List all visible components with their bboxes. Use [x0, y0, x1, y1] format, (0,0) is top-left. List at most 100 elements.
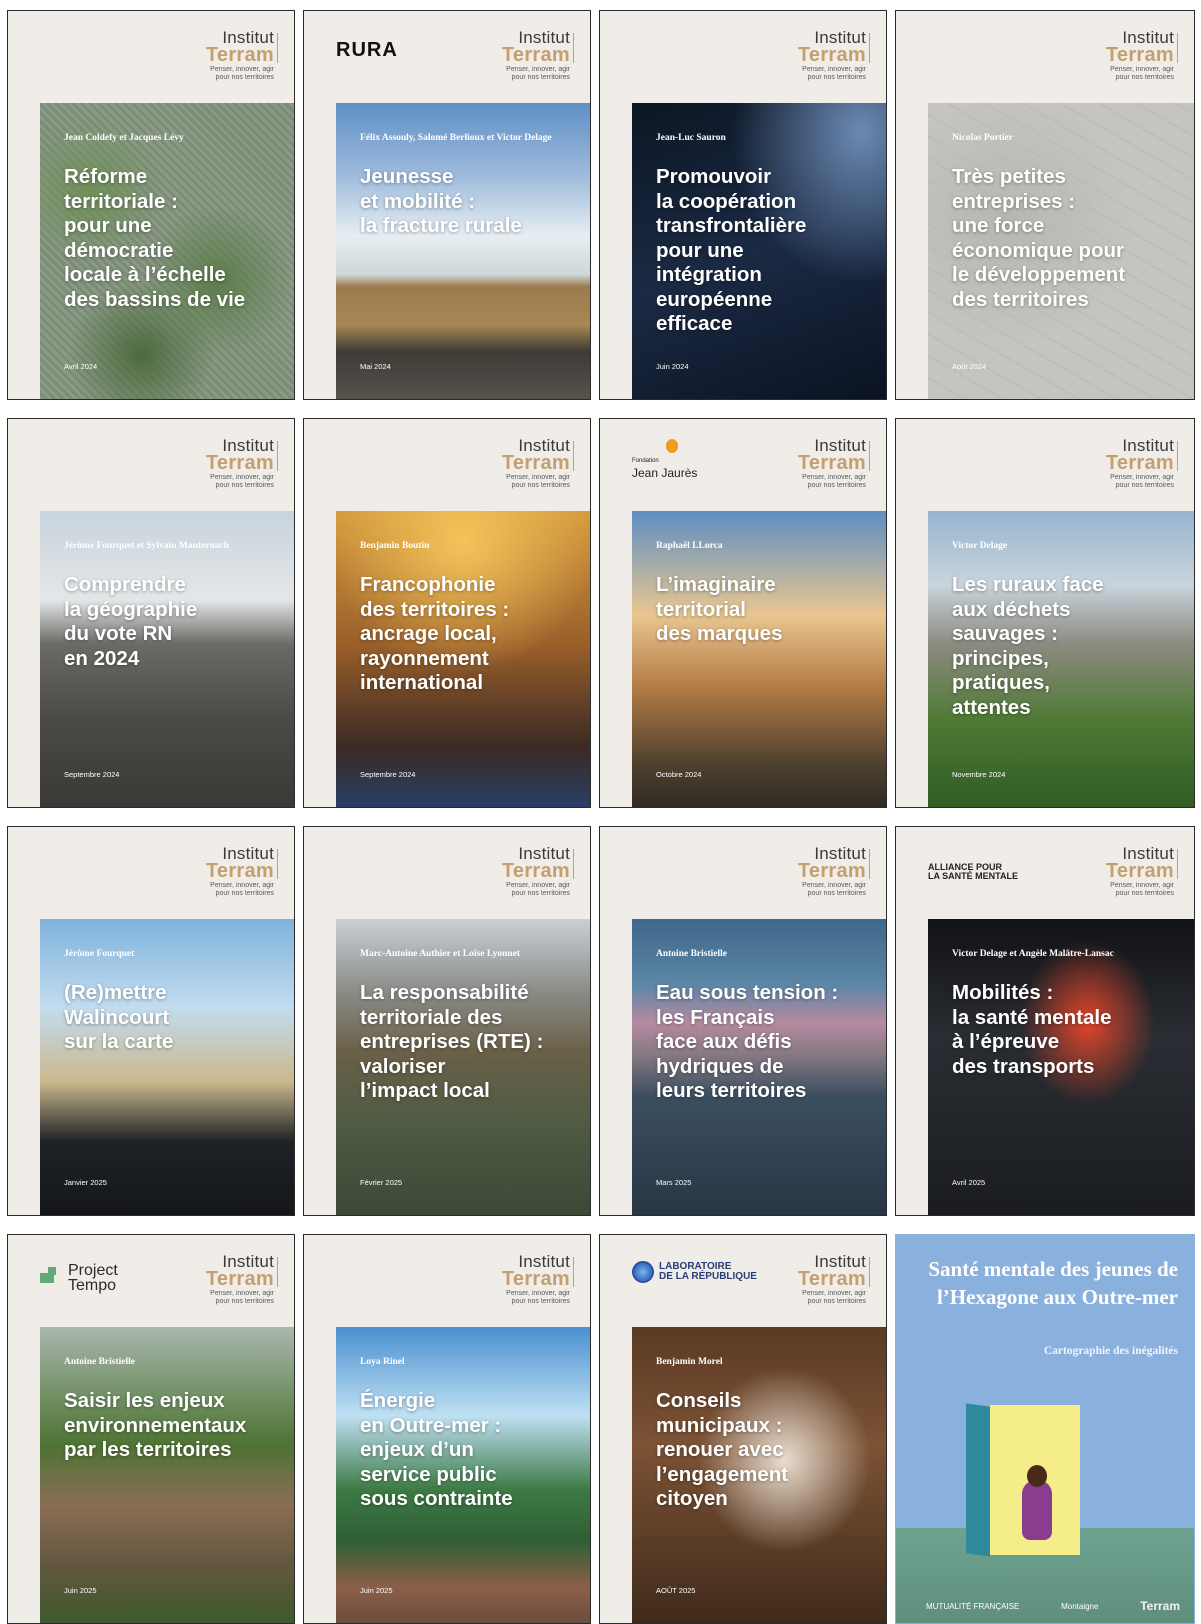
cover-title: Jeunesse et mobilité : la fracture rural… [360, 165, 522, 237]
cover-title: Eau sous tension : les Français face aux… [656, 981, 839, 1102]
publication-card-8[interactable]: Institut Terram Penser, innover, agir pour … [895, 418, 1195, 808]
publication-card-7[interactable]: Fondation Jean Jaurès Institut Terram Pens… [599, 418, 887, 808]
publication-card-4[interactable]: Institut Terram Penser, innover, agir pour … [895, 10, 1195, 400]
alliance-sante-mentale-logo: ALLIANCE POUR LA SANTÉ MENTALE [928, 862, 1018, 881]
publication-card-9[interactable]: Institut Terram Penser, innover, agir pour … [7, 826, 295, 1216]
cover-photo: Félix Assouly, Salomé Berlioux et Victor… [336, 103, 590, 399]
cover-title: Énergie en Outre-mer : enjeux d’un servi… [360, 1389, 513, 1510]
cover-photo: Victor Delage Les ruraux face aux déchet… [928, 511, 1194, 807]
cover-photo: Antoine Bristielle Saisir les enjeux env… [40, 1327, 294, 1623]
cover-title: Comprendre la géographie du vote RN en 2… [64, 573, 198, 670]
cover-author: Jérôme Fourquet et Sylvain Manternach [64, 541, 229, 551]
institut-terram-logo: Institut Terram Penser, innover, agir pour … [501, 1252, 575, 1305]
cover-date: Juin 2025 [360, 1586, 393, 1595]
cover-title: Conseils municipaux : renouer avec l’eng… [656, 1389, 789, 1510]
cover-date: Avril 2024 [64, 362, 98, 371]
cover-author: Victor Delage et Angèle Malâtre-Lansac [952, 949, 1114, 959]
institut-terram-logo: Institut Terram Penser, innover, agir pour … [501, 28, 575, 81]
institut-terram-logo: Institut Terram Penser, innover, agir pour … [1105, 436, 1179, 489]
cover-author: Marc-Antoine Authier et Loïse Lyonnet [360, 949, 521, 959]
cover-author: Benjamin Boutin [360, 541, 430, 551]
institut-terram-logo: Institut Terram Penser, innover, agir pour … [205, 28, 279, 81]
publication-card-16[interactable]: Santé mentale des jeunes de l’Hexagone a… [895, 1234, 1195, 1624]
fondation-jean-jaures-logo: Fondation Jean Jaurès [632, 439, 697, 479]
publication-card-14[interactable]: Institut Terram Penser, innover, agir pour … [303, 1234, 591, 1624]
cover-photo: Jean Coldefy et Jacques Lévy Réforme ter… [40, 103, 294, 399]
institut-terram-logo: Institut Terram Penser, innover, agir pour … [501, 436, 575, 489]
publication-card-13[interactable]: Project Tempo Institut Terram Penser, innov… [7, 1234, 295, 1624]
cover-title: Très petites entreprises : une force éco… [952, 165, 1126, 311]
cover-date: Août 2024 [952, 362, 987, 371]
institut-terram-logo: Institut Terram Penser, innover, agir pour … [1105, 844, 1179, 897]
terram-logo: Terram [1140, 1599, 1180, 1613]
cover-date: Avril 2025 [952, 1178, 986, 1187]
laboratoire-republique-icon [632, 1261, 654, 1283]
cover-title: Saisir les enjeux environnementaux par l… [64, 1389, 247, 1461]
cover-photo: Jérôme Fourquet et Sylvain Manternach Co… [40, 511, 294, 807]
cover-author: Benjamin Morel [656, 1357, 723, 1367]
cover-author: Jérôme Fourquet [64, 949, 135, 959]
cover-date: Mars 2025 [656, 1178, 692, 1187]
cover-title: Les ruraux face aux déchets sauvages : p… [952, 573, 1104, 719]
cover-date: Novembre 2024 [952, 770, 1006, 779]
cover-title: Francophonie des territoires : ancrage l… [360, 573, 510, 694]
cover-date: AOÛT 2025 [656, 1586, 696, 1595]
cover-photo: Victor Delage et Angèle Malâtre-Lansac M… [928, 919, 1194, 1215]
cover-date: Octobre 2024 [656, 770, 702, 779]
rura-logo: RURA [336, 39, 398, 61]
cover-author: Victor Delage [952, 541, 1008, 551]
door-leaf-illustration [966, 1403, 990, 1557]
cover-author: Nicolas Portier [952, 133, 1013, 143]
cover-date: Février 2025 [360, 1178, 403, 1187]
cover-title: (Re)mettre Walincourt sur la carte [64, 981, 174, 1053]
cover-author: Félix Assouly, Salomé Berlioux et Victor… [360, 133, 552, 143]
publication-card-5[interactable]: Institut Terram Penser, innover, agir pour … [7, 418, 295, 808]
cover-title: Santé mentale des jeunes de l’Hexagone a… [928, 1257, 1178, 1309]
cover-author: Antoine Bristielle [64, 1357, 135, 1367]
cover-photo: Raphaël LLorca L’imaginaire territorial … [632, 511, 886, 807]
cover-date: Janvier 2025 [64, 1178, 107, 1187]
cover-photo: Jean-Luc Sauron Promouvoir la coopératio… [632, 103, 886, 399]
cover-photo: Loya Rinel Énergie en Outre-mer : enjeux… [336, 1327, 590, 1623]
publication-card-2[interactable]: RURA Institut Terram Penser, innover, agir… [303, 10, 591, 400]
cover-title: L’imaginaire territorial des marques [656, 573, 783, 645]
cover-photo: Antoine Bristielle Eau sous tension : le… [632, 919, 886, 1215]
institut-terram-logo: Institut Terram Penser, innover, agir pour … [1105, 28, 1179, 81]
mutualite-logo: MUTUALITÉ FRANÇAISE [926, 1601, 1020, 1611]
cover-date: Juin 2024 [656, 362, 689, 371]
jean-jaures-dot-icon [666, 439, 678, 453]
institut-terram-logo: Institut Terram Penser, innover, agir pour … [205, 436, 279, 489]
publication-card-1[interactable]: Institut Terram Penser, innover, agir pour … [7, 10, 295, 400]
publication-card-10[interactable]: Institut Terram Penser, innover, agir pour … [303, 826, 591, 1216]
institut-terram-logo: Institut Terram Penser, innover, agir pour … [797, 28, 871, 81]
cover-author: Jean-Luc Sauron [656, 133, 726, 143]
institut-terram-logo: Institut Terram Penser, innover, agir pour … [797, 436, 871, 489]
cover-author: Raphaël LLorca [656, 541, 723, 551]
cover-photo: Nicolas Portier Très petites entreprises… [928, 103, 1194, 399]
publication-card-11[interactable]: Institut Terram Penser, innover, agir pour … [599, 826, 887, 1216]
cover-author: Loya Rinel [360, 1357, 405, 1367]
publication-card-12[interactable]: ALLIANCE POUR LA SANTÉ MENTALE Institut Te… [895, 826, 1195, 1216]
cover-title: Mobilités : la santé mentale à l’épreuve… [952, 981, 1112, 1078]
person-illustration [1022, 1480, 1052, 1540]
cover-author: Antoine Bristielle [656, 949, 727, 959]
institut-terram-logo: Institut Terram Penser, innover, agir pour … [797, 1252, 871, 1305]
cover-photo: Benjamin Boutin Francophonie des territo… [336, 511, 590, 807]
cover-date: Juin 2025 [64, 1586, 97, 1595]
cover-date: Septembre 2024 [64, 770, 120, 779]
partner-logos: MUTUALITÉ FRANÇAISE Montaigne Terram [926, 1599, 1180, 1613]
project-tempo-icon [40, 1267, 62, 1289]
publication-card-15[interactable]: LABORATOIRE DE LA RÉPUBLIQUE Institut Terr… [599, 1234, 887, 1624]
cover-title: Réforme territoriale : pour une démocrat… [64, 165, 246, 311]
project-tempo-logo: Project Tempo [40, 1263, 118, 1294]
laboratoire-republique-logo: LABORATOIRE DE LA RÉPUBLIQUE [632, 1261, 757, 1283]
montaigne-logo: Montaigne [1061, 1601, 1099, 1611]
publication-card-3[interactable]: Institut Terram Penser, innover, agir pour … [599, 10, 887, 400]
cover-author: Jean Coldefy et Jacques Lévy [64, 133, 184, 143]
person-head-illustration [1027, 1465, 1047, 1487]
institut-terram-logo: Institut Terram Penser, innover, agir pour … [501, 844, 575, 897]
cover-photo: Benjamin Morel Conseils municipaux : ren… [632, 1327, 886, 1623]
publication-card-6[interactable]: Institut Terram Penser, innover, agir pour … [303, 418, 591, 808]
cover-title: La responsabilité territoriale des entre… [360, 981, 544, 1102]
institut-terram-logo: Institut Terram Penser, innover, agir pour … [797, 844, 871, 897]
